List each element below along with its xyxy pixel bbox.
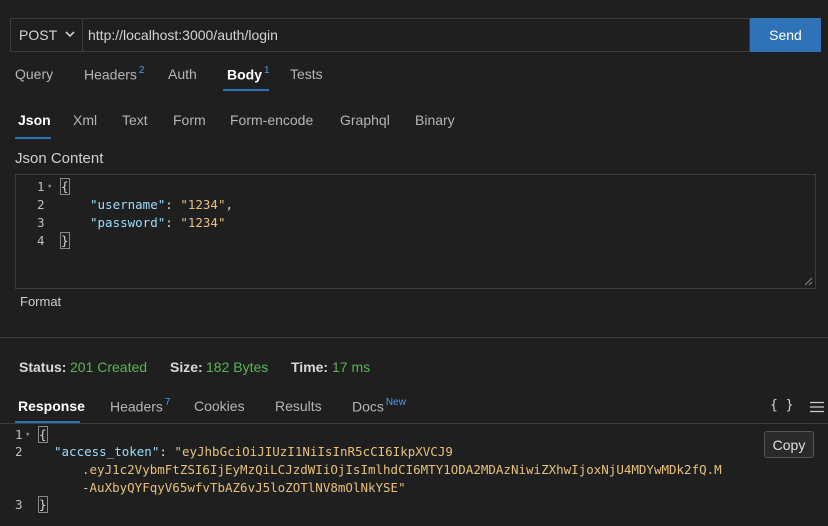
line-number: 3: [37, 215, 45, 230]
tab-badge: 7: [164, 397, 171, 408]
open-brace: {: [38, 426, 48, 443]
tab-label: Auth: [168, 66, 197, 82]
code-line: "password": "1234": [90, 215, 226, 230]
tab-results[interactable]: Results: [275, 398, 322, 414]
fold-icon[interactable]: ▾: [47, 182, 52, 192]
url-value: http://localhost:3000/auth/login: [88, 27, 278, 43]
line-number: 1: [15, 427, 23, 442]
json-key: "password": [90, 215, 166, 230]
json-value-continued: .eyJ1c2VybmFtZSI6IjEyMzQiLCJzdWIiOjIsIml…: [82, 462, 722, 477]
copy-button[interactable]: Copy: [764, 431, 814, 458]
size-label: Size:: [170, 359, 203, 375]
tab-label: Headers: [84, 66, 137, 83]
tab-xml[interactable]: Xml: [73, 112, 97, 128]
tab-tests[interactable]: Tests: [290, 66, 323, 90]
code-line: "access_token": "eyJhbGciOiJIUzI1NiIsInR…: [54, 444, 453, 459]
close-brace: }: [38, 496, 48, 513]
tab-cookies[interactable]: Cookies: [194, 398, 245, 414]
json-key: "username": [90, 197, 166, 212]
tab-auth[interactable]: Auth: [168, 66, 197, 90]
format-button[interactable]: Format: [20, 294, 61, 309]
line-number: 3: [15, 497, 23, 512]
method-select[interactable]: POST: [10, 18, 82, 52]
tab-label: Docs: [352, 398, 384, 415]
tab-label: Query: [15, 66, 54, 82]
status-value: 201 Created: [70, 359, 148, 375]
chevron-down-icon: [65, 31, 75, 38]
code-line: "username": "1234",: [90, 197, 234, 212]
line-number: 1: [37, 179, 45, 194]
tab-label: Results: [275, 398, 322, 414]
status-label: Status:: [19, 359, 67, 375]
active-tab-indicator: [223, 89, 269, 91]
tab-badge: New: [385, 397, 406, 408]
tab-body[interactable]: Body 1: [227, 65, 270, 90]
response-body-viewer[interactable]: 1 ▾ 2 3 { "access_token": "eyJhbGciOiJIU…: [0, 424, 828, 526]
send-button[interactable]: Send: [750, 18, 821, 52]
tab-label: Cookies: [194, 398, 245, 414]
fold-icon[interactable]: ▾: [25, 430, 30, 440]
tab-label: Tests: [290, 66, 323, 82]
line-number: 4: [37, 233, 45, 248]
tab-label: Response: [18, 398, 85, 414]
json-content-label: Json Content: [15, 150, 104, 167]
close-brace: }: [60, 232, 70, 249]
line-number: 2: [37, 197, 45, 212]
resize-handle-icon[interactable]: [804, 277, 813, 286]
divider: [0, 337, 828, 338]
tab-graphql[interactable]: Graphql: [340, 112, 390, 128]
tab-form[interactable]: Form: [173, 112, 206, 128]
url-input[interactable]: http://localhost:3000/auth/login: [82, 18, 750, 52]
json-value: "eyJhbGciOiJIUzI1NiIsInR5cCI6IkpXVCJ9: [174, 444, 453, 459]
tab-text[interactable]: Text: [122, 112, 148, 128]
tab-badge: 1: [264, 65, 270, 76]
method-value: POST: [19, 27, 58, 43]
tab-docs[interactable]: Docs New: [352, 397, 406, 415]
tab-form-encode[interactable]: Form-encode: [230, 112, 313, 128]
menu-icon[interactable]: [809, 401, 825, 413]
open-brace: {: [60, 178, 70, 195]
line-number: 2: [15, 444, 23, 459]
tab-query[interactable]: Query: [15, 66, 53, 90]
json-value: "1234": [180, 197, 226, 212]
tab-headers[interactable]: Headers 2: [84, 65, 145, 90]
braces-icon[interactable]: { }: [770, 398, 793, 413]
tab-response[interactable]: Response: [18, 398, 85, 414]
tab-binary[interactable]: Binary: [415, 112, 455, 128]
size-value: 182 Bytes: [206, 359, 269, 375]
active-tab-indicator: [15, 137, 51, 139]
request-body-editor[interactable]: 1 ▾ 2 3 4 { "username": "1234", "passwor…: [15, 174, 816, 289]
json-value: "1234": [180, 215, 226, 230]
json-key: "access_token": [54, 444, 160, 459]
tab-json[interactable]: Json: [18, 112, 51, 128]
tab-label: Headers: [110, 398, 163, 415]
time-label: Time:: [291, 359, 329, 375]
time-value: 17 ms: [332, 359, 371, 375]
tab-label: Body: [227, 66, 262, 83]
json-value-continued: -AuXbyQYFqyV65wfvTbAZ6vJ5loZOTlNV8mOlNkY…: [82, 480, 406, 495]
tab-badge: 2: [138, 65, 145, 76]
tab-response-headers[interactable]: Headers 7: [110, 397, 171, 415]
